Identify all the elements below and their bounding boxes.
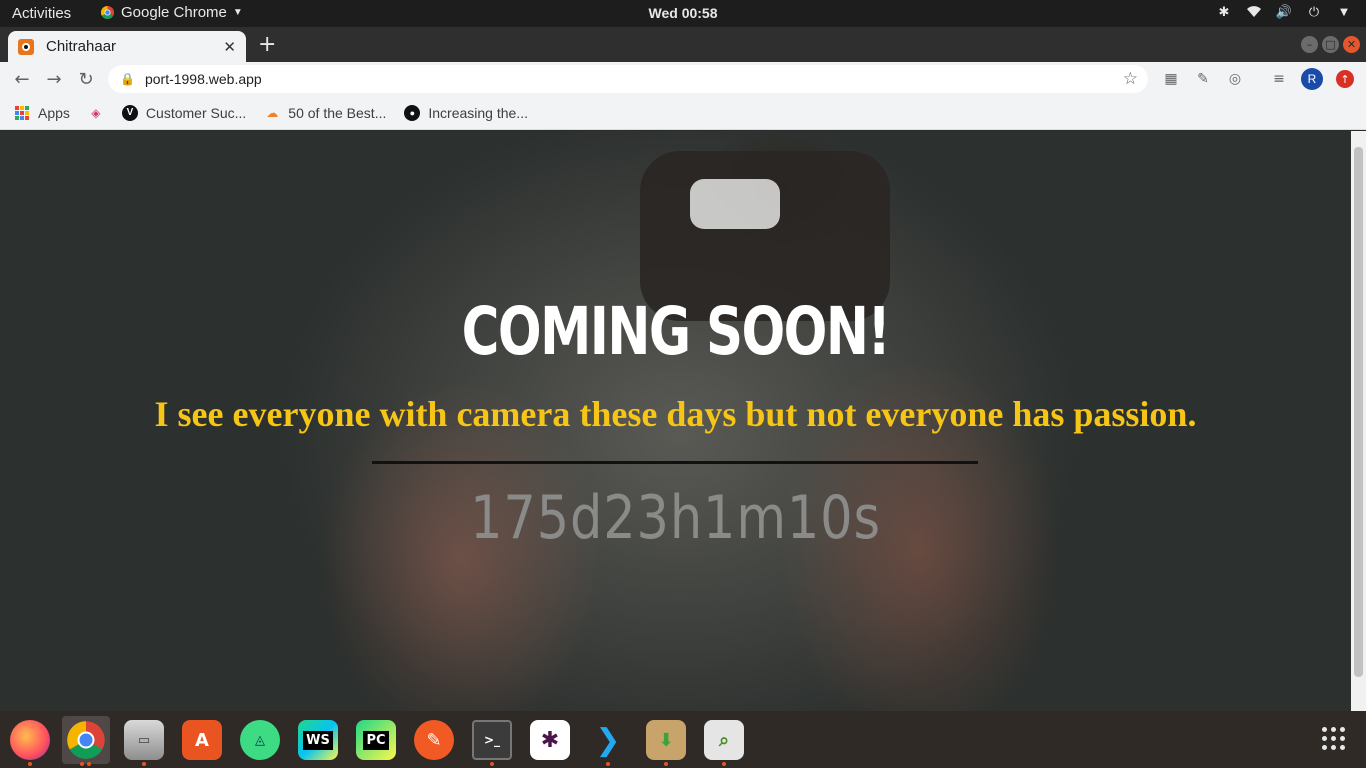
bookmark-increasing[interactable]: ● Increasing the...: [404, 104, 528, 121]
page-headline: COMING SOON!: [461, 293, 891, 370]
app-menu-label: Google Chrome: [121, 4, 227, 21]
app-menu[interactable]: Google Chrome ▼: [100, 4, 243, 21]
activities-button[interactable]: Activities: [12, 5, 71, 22]
dock-vscode[interactable]: ❯: [584, 716, 632, 766]
close-window-button[interactable]: ✕: [1343, 36, 1360, 53]
dock-chrome[interactable]: [62, 716, 110, 766]
update-icon[interactable]: ↑: [1336, 70, 1354, 88]
address-bar[interactable]: 🔒 port-1998.web.app ☆: [108, 65, 1148, 93]
cube-icon: ◈: [91, 105, 101, 120]
webstorm-icon: WS: [298, 720, 338, 760]
system-top-bar: Activities Google Chrome ▼ Wed 00:58 ✱ 🔊…: [0, 0, 1366, 27]
countdown-timer: 175d23h1m10s: [470, 483, 881, 553]
new-tab-button[interactable]: +: [258, 32, 276, 57]
bookmark-label: Increasing the...: [428, 104, 528, 121]
running-indicator: [490, 762, 494, 766]
running-indicator: [664, 762, 668, 766]
page-tagline: I see everyone with camera these days bu…: [154, 394, 1197, 434]
dock-terminal[interactable]: >_: [468, 716, 516, 766]
reading-list-icon[interactable]: ≡: [1269, 69, 1289, 89]
clock[interactable]: Wed 00:58: [649, 5, 718, 21]
url-text[interactable]: port-1998.web.app: [145, 71, 1123, 87]
dock-webstorm[interactable]: WS: [294, 716, 342, 764]
power-icon[interactable]: ⏻: [1306, 4, 1322, 20]
system-tray[interactable]: ✱ 🔊 ⏻ ▼: [1216, 4, 1352, 20]
bookmark-label: 50 of the Best...: [288, 104, 387, 121]
running-indicator: [28, 762, 32, 766]
tab-strip: Chitrahaar ✕ + – □ ✕: [0, 27, 1366, 62]
vscode-icon: ❯: [595, 722, 621, 758]
slack-tray-icon[interactable]: ✱: [1216, 4, 1232, 20]
dock-firefox[interactable]: [6, 716, 54, 766]
page-scrollbar[interactable]: [1351, 131, 1366, 711]
slack-icon: ✱: [530, 720, 570, 760]
terminal-icon: >_: [472, 720, 512, 760]
maximize-button[interactable]: □: [1322, 36, 1339, 53]
wifi-icon[interactable]: [1246, 4, 1262, 20]
profile-avatar[interactable]: R: [1301, 68, 1323, 90]
pycharm-icon: PC: [356, 720, 396, 760]
chrome-icon: [100, 5, 115, 20]
firefox-icon: [10, 720, 50, 760]
apps-grid-icon: [14, 105, 30, 121]
pen-icon: ✎: [414, 720, 454, 760]
dock-inkscape[interactable]: ✎: [410, 716, 458, 764]
running-indicator: [142, 762, 146, 766]
eyedropper-icon[interactable]: ✎: [1193, 69, 1213, 89]
archive-icon: ⬇: [646, 720, 686, 760]
dock-software[interactable]: A: [178, 716, 226, 764]
browser-toolbar: ← → ↻ 🔒 port-1998.web.app ☆ ▦ ✎ ◎ ≡ R ↑: [0, 62, 1366, 96]
scrollbar-thumb[interactable]: [1354, 147, 1363, 677]
extension-grid-icon[interactable]: ▦: [1161, 69, 1181, 89]
dock-files[interactable]: ▭: [120, 716, 168, 766]
bookmarks-bar: Apps ◈ V Customer Suc... ☁ 50 of the Bes…: [0, 96, 1366, 130]
show-applications-button[interactable]: [1322, 727, 1345, 750]
running-indicator: [722, 762, 726, 766]
dock-image-viewer[interactable]: ⌕: [700, 716, 748, 766]
vimeo-icon: V: [121, 104, 138, 121]
volume-icon[interactable]: 🔊: [1276, 4, 1292, 20]
forward-button[interactable]: →: [38, 63, 70, 95]
github-icon: ●: [404, 104, 421, 121]
back-button[interactable]: ←: [6, 63, 38, 95]
running-indicator: [606, 762, 610, 766]
chevron-down-icon: ▼: [232, 7, 243, 18]
dock-pycharm[interactable]: PC: [352, 716, 400, 764]
image-viewer-icon: ⌕: [704, 720, 744, 760]
minimize-button[interactable]: –: [1301, 36, 1318, 53]
dock-archive-manager[interactable]: ⬇: [642, 716, 690, 766]
bookmark-cube[interactable]: ◈: [88, 105, 104, 121]
chevron-down-icon[interactable]: ▼: [1336, 4, 1352, 20]
android-studio-icon: ◬: [240, 720, 280, 760]
window-controls: – □ ✕: [1301, 36, 1360, 53]
bookmark-50-best[interactable]: ☁ 50 of the Best...: [264, 105, 386, 121]
camera-favicon-icon: [18, 38, 34, 55]
bookmark-apps[interactable]: Apps: [14, 105, 70, 121]
tab-chitrahaar[interactable]: Chitrahaar ✕: [8, 31, 246, 62]
page-background: COMING SOON! I see everyone with camera …: [0, 131, 1351, 711]
software-store-icon: A: [182, 720, 222, 760]
divider: [372, 461, 978, 464]
files-icon: ▭: [124, 720, 164, 760]
extension-circle-icon[interactable]: ◎: [1225, 69, 1245, 89]
dock-slack[interactable]: ✱: [526, 716, 574, 764]
close-tab-icon[interactable]: ✕: [223, 38, 236, 56]
running-indicator: [87, 762, 91, 766]
lock-icon[interactable]: 🔒: [120, 72, 135, 86]
reload-button[interactable]: ↻: [70, 63, 102, 95]
dock-android-studio[interactable]: ◬: [236, 716, 284, 764]
dock: ▭ A ◬ WS PC ✎ >_ ✱ ❯ ⬇ ⌕: [0, 711, 1366, 768]
cloud-icon: ☁: [266, 105, 279, 120]
bookmark-star-icon[interactable]: ☆: [1123, 69, 1138, 89]
tab-title: Chitrahaar: [46, 38, 117, 55]
chrome-icon: [67, 721, 105, 759]
bookmark-label: Customer Suc...: [145, 104, 247, 121]
bookmark-label: Apps: [38, 104, 70, 121]
bookmark-customer-success[interactable]: V Customer Suc...: [121, 104, 247, 121]
running-indicator: [80, 762, 84, 766]
